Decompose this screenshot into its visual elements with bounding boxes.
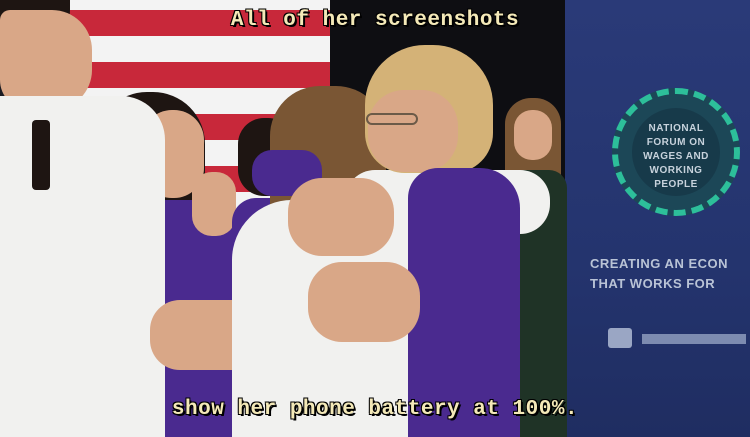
blonde-woman-purple-jacket — [408, 168, 520, 437]
clapping-hands — [192, 172, 236, 236]
banner-logo-wordmark — [642, 334, 746, 344]
banner-badge-text: NATIONAL FORUM ON WAGES AND WORKING PEOP… — [618, 122, 734, 192]
badge-line: FORUM ON — [646, 137, 706, 148]
banner-slogan-line2: THAT WORKS FOR — [590, 276, 716, 291]
event-banner — [565, 0, 750, 437]
badge-line: WORKING — [649, 165, 703, 176]
blonde-woman-face — [368, 90, 458, 172]
banner-slogan-line1: CREATING AN ECON — [590, 256, 728, 271]
man-tie — [32, 120, 50, 190]
banner-logo-icon — [608, 328, 632, 348]
hand-holding-arm — [308, 262, 420, 342]
background-woman-face — [514, 110, 552, 160]
badge-line: WAGES AND — [643, 151, 709, 162]
hand-on-back — [288, 178, 394, 256]
meme-caption-top: All of her screenshots — [230, 9, 520, 32]
meme-image: NATIONAL FORUM ON WAGES AND WORKING PEOP… — [0, 0, 750, 437]
glasses-icon — [366, 113, 418, 125]
man-white-coat — [0, 96, 165, 437]
badge-line: NATIONAL — [648, 123, 704, 134]
meme-caption-bottom: show her phone battery at 100%. — [171, 398, 579, 421]
badge-line: PEOPLE — [654, 179, 698, 190]
